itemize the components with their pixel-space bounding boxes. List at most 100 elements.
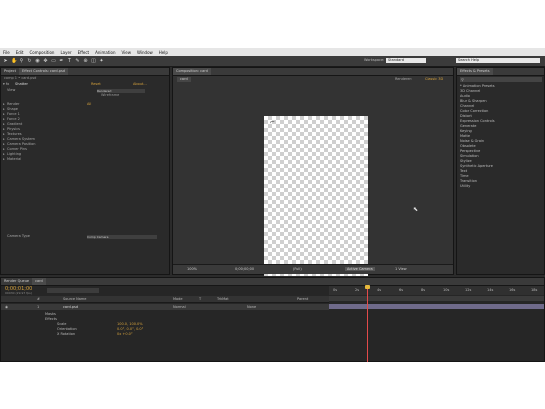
timeline-column-headers: # Source Name Mode T TrkMat Parent [1, 296, 329, 303]
composition-panel: Composition: card card Renderer: Classic… [172, 67, 454, 276]
composition-canvas[interactable]: ⌐ [264, 116, 368, 276]
ruler-tick-label: 6s [399, 288, 404, 292]
right-panel-tabs: Effects & Presets [457, 68, 544, 76]
after-effects-window: File Edit Composition Layer Effect Anima… [0, 48, 545, 362]
comp-breadcrumb[interactable]: card [177, 77, 191, 82]
zoom-tool-icon[interactable]: ⚲ [19, 58, 24, 64]
pen-tool-icon[interactable]: ✒ [59, 58, 64, 64]
clone-tool-icon[interactable]: ⊕ [83, 58, 88, 64]
menu-file[interactable]: File [3, 50, 10, 55]
layer-property-value[interactable]: 0.0°, 0.0°, 0.0° [117, 327, 143, 331]
mask-tool-icon[interactable]: ▭ [51, 58, 56, 64]
selection-tool-icon[interactable]: ➤ [3, 58, 8, 64]
comp-footer: 100% 0;00;00;00 (Full) Active Camera 1 V… [173, 264, 453, 274]
menu-layer[interactable]: Layer [60, 50, 71, 55]
col-t: T [199, 297, 202, 301]
col-trkmat: TrkMat [217, 297, 229, 301]
tab-effects-presets[interactable]: Effects & Presets [457, 68, 493, 75]
camera-tool-icon[interactable]: ◉ [35, 58, 40, 64]
timeline-search-input[interactable] [47, 288, 99, 293]
effects-search-input[interactable]: ⚲ [460, 77, 542, 82]
timecode-display[interactable]: 0;00;00;00 [235, 267, 254, 271]
mouse-cursor-icon: ⬉ [413, 206, 419, 213]
breadcrumb: comp 1 • card.psd [4, 76, 37, 80]
zoom-dropdown[interactable]: 100% [187, 267, 197, 271]
rotate-tool-icon[interactable]: ↻ [27, 58, 32, 64]
wireframe-option: Wireframe [101, 93, 120, 97]
col-parent: Parent [297, 297, 309, 301]
work-area-bar[interactable] [329, 296, 544, 301]
tab-render-queue[interactable]: Render Queue [1, 278, 32, 285]
effect-header[interactable]: ▾ fx Shatter Reset About... [1, 82, 169, 87]
workspace-dropdown[interactable]: Standard [386, 58, 426, 63]
menu-help[interactable]: Help [159, 50, 168, 55]
ruler-tick-label: 16s [509, 288, 516, 292]
col-index: # [37, 297, 40, 301]
puppet-tool-icon[interactable]: ✦ [99, 58, 104, 64]
layer-name[interactable]: card.psd [63, 305, 78, 309]
timeline-fps: 00030 (29.97 fps) [5, 291, 32, 295]
property-name: Material [7, 157, 22, 161]
layer-index: 1 [37, 305, 40, 309]
views-dropdown[interactable]: 1 View [395, 267, 407, 271]
ruler-tick-label: 2s [355, 288, 360, 292]
effect-controls-panel: Project Effect Controls: card.psd comp 1… [0, 67, 170, 275]
visibility-eye-icon[interactable]: ◉ [5, 305, 8, 309]
eraser-tool-icon[interactable]: ◫ [91, 58, 96, 64]
renderer-value[interactable]: Classic 3D [425, 77, 443, 81]
col-mode: Mode [173, 297, 183, 301]
effect-property[interactable]: ▸ Material [1, 157, 169, 162]
search-help-input[interactable]: Search Help [456, 58, 540, 63]
menu-window[interactable]: Window [137, 50, 153, 55]
layer-property-row[interactable]: X Rotation 0x +0.0° [1, 331, 329, 336]
layer-property-name: Orientation [57, 326, 77, 331]
layer-property-name: X Rotation [57, 331, 76, 336]
effects-category-list: * Animation Presets 3D Channel Audio Blur &… [457, 84, 544, 189]
layer-property-name: Masks [45, 311, 56, 316]
camera-dropdown[interactable]: Active Camera [345, 267, 375, 271]
about-link[interactable]: About... [133, 82, 147, 87]
layer-property-value[interactable]: 0x +0.0° [117, 332, 133, 336]
layer-property-value[interactable]: 100.0, 100.0% [117, 322, 143, 326]
playhead-handle[interactable] [365, 285, 370, 289]
tab-effect-controls[interactable]: Effect Controls: card.psd [18, 68, 68, 75]
time-ruler[interactable]: 0s 2s 4s 6s 8s 10s 12s 14s 16s 18s [329, 286, 544, 295]
search-icon: ⚲ [461, 76, 464, 82]
layer-duration-bar[interactable] [329, 304, 544, 309]
menu-edit[interactable]: Edit [16, 50, 24, 55]
hand-tool-icon[interactable]: ✋ [11, 58, 17, 64]
effect-category-item[interactable]: Utility [457, 184, 544, 189]
menu-effect[interactable]: Effect [78, 50, 90, 55]
tab-card-timeline[interactable]: card [32, 278, 46, 285]
tab-composition[interactable]: Composition: card [173, 68, 211, 75]
reset-link[interactable]: Reset [91, 82, 101, 87]
timeline-panel: Render Queue card 0;00;01;00 00030 (29.9… [0, 277, 545, 362]
resolution-dropdown[interactable]: (Full) [293, 267, 302, 271]
tools-toolbar: ➤ ✋ ⚲ ↻ ◉ ✥ ▭ ✒ T ✎ ⊕ ◫ ✦ Workspace: Sta… [0, 56, 545, 67]
ruler-tick-label: 0s [333, 288, 338, 292]
ruler-tick-label: 12s [465, 288, 472, 292]
left-panel-tabs: Project Effect Controls: card.psd [1, 68, 169, 76]
menu-animation[interactable]: Animation [95, 50, 115, 55]
ruler-tick-label: 18s [531, 288, 538, 292]
layer-row[interactable]: ◉ 1 card.psd Normal None [1, 304, 329, 310]
renderer-label: Renderer: [395, 77, 413, 81]
layer-property-name: Effects [45, 316, 57, 321]
layer-parent-dropdown[interactable]: None [247, 305, 256, 309]
pan-behind-tool-icon[interactable]: ✥ [43, 58, 48, 64]
effects-presets-panel: Effects & Presets ⚲ * Animation Presets 3… [456, 67, 545, 275]
text-tool-icon[interactable]: T [67, 58, 72, 64]
menu-view[interactable]: View [122, 50, 132, 55]
disclosure-triangle-icon[interactable]: ▸ [3, 157, 5, 162]
layer-property-name: Scale [57, 321, 67, 326]
extra-property[interactable]: Camera Type Comp Camera [1, 234, 169, 239]
playhead[interactable] [365, 285, 370, 362]
brush-tool-icon[interactable]: ✎ [75, 58, 80, 64]
effect-name: Shatter [15, 82, 28, 86]
tab-project[interactable]: Project [1, 68, 19, 75]
camera-type-dropdown[interactable]: Comp Camera [87, 234, 157, 239]
view-dropdown[interactable]: Rendered [97, 88, 145, 93]
layer-mode-dropdown[interactable]: Normal [173, 305, 186, 309]
workspace-label: Workspace: [364, 58, 385, 62]
menu-composition[interactable]: Composition [29, 50, 54, 55]
